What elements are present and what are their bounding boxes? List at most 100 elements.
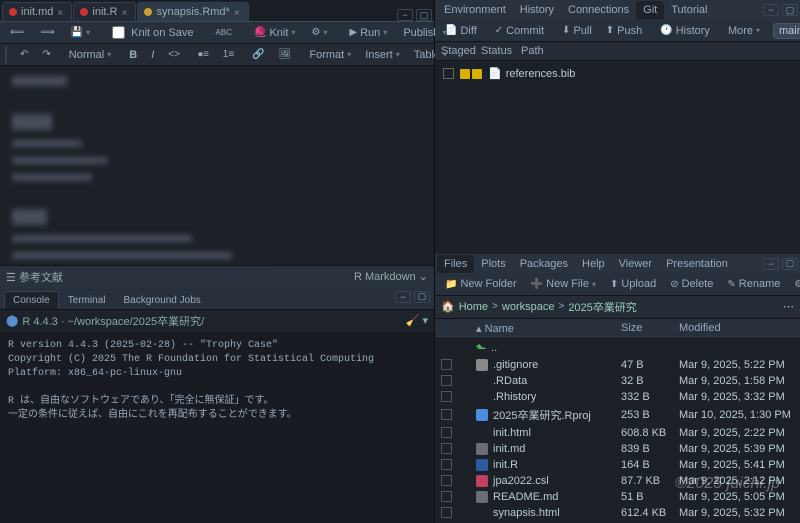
file-row[interactable]: synapsis.html612.4 KBMar 9, 2025, 5:32 P…: [435, 505, 800, 521]
forward-button[interactable]: ⟹: [35, 24, 59, 41]
git-header: StagedStatusPath: [435, 42, 800, 61]
file-row[interactable]: .Rhistory332 BMar 9, 2025, 3:32 PM: [435, 389, 800, 405]
tab-git[interactable]: Git: [636, 1, 664, 19]
editor-file-tabs: init.md× init.R× synapsis.Rmd*× −▢: [0, 0, 434, 22]
maximize-icon[interactable]: ▢: [782, 4, 798, 16]
file-icon: [476, 375, 488, 387]
env-tabs: Environment History Connections Git Tuto…: [435, 0, 800, 20]
file-checkbox[interactable]: [441, 409, 452, 420]
file-icon: [476, 409, 488, 421]
source-visual-toggle[interactable]: Source Visual: [5, 46, 7, 64]
git-more-button[interactable]: More▾: [723, 22, 765, 40]
file-checkbox[interactable]: [441, 459, 452, 470]
run-button[interactable]: ▶Run▾: [344, 24, 392, 42]
upload-button[interactable]: ⬆Upload: [605, 275, 661, 293]
spellcheck-button[interactable]: ABC: [211, 25, 237, 40]
italic-button[interactable]: I: [146, 46, 159, 64]
new-folder-button[interactable]: 📁New Folder: [440, 275, 522, 293]
file-checkbox[interactable]: [441, 443, 452, 454]
stage-checkbox[interactable]: [443, 68, 454, 79]
insert-menu[interactable]: Insert▾: [360, 46, 405, 64]
console-output[interactable]: R version 4.4.3 (2025-02-28) -- "Trophy …: [0, 333, 434, 523]
git-history-button[interactable]: 🕐History: [655, 22, 715, 40]
watermark: ©2025 juichi.jp: [675, 475, 780, 493]
new-file-button[interactable]: ➕New File▾: [526, 275, 601, 293]
file-checkbox[interactable]: [441, 475, 452, 486]
parent-dir-row[interactable]: ⬑ ..: [435, 339, 800, 357]
link-button[interactable]: 🔗: [247, 46, 269, 63]
redo-button[interactable]: ↷: [37, 46, 55, 63]
numbered-list-button[interactable]: 1≡: [218, 46, 239, 63]
knit-on-save-toggle[interactable]: Knit on Save: [107, 23, 198, 42]
maximize-icon[interactable]: ▢: [414, 291, 430, 303]
file-checkbox[interactable]: [441, 375, 452, 386]
tab-tutorial[interactable]: Tutorial: [664, 1, 714, 19]
file-row[interactable]: init.md839 BMar 9, 2025, 5:39 PM: [435, 441, 800, 457]
editor-status-bar: ☰ 参考文献 R Markdown ⌄: [0, 265, 434, 288]
maximize-icon[interactable]: ▢: [782, 258, 798, 270]
save-button[interactable]: 💾▾: [66, 24, 95, 41]
push-button[interactable]: ⬆Push: [601, 22, 647, 40]
file-icon: [476, 443, 488, 455]
editor-pane[interactable]: 参考文献 [@amabile2017]: [0, 66, 434, 265]
maximize-icon[interactable]: ▢: [416, 9, 432, 21]
files-more-button[interactable]: ⚙More▾: [789, 275, 800, 293]
tab-console[interactable]: Console: [4, 291, 59, 309]
tab-packages[interactable]: Packages: [513, 255, 575, 273]
file-icon: 📄: [488, 67, 502, 80]
bold-button[interactable]: B: [124, 46, 142, 64]
minimize-icon[interactable]: −: [395, 291, 411, 303]
tab-synapsis-rmd[interactable]: synapsis.Rmd*×: [137, 2, 248, 21]
status-icon: [472, 69, 482, 79]
commit-button[interactable]: ✓Commit: [490, 22, 549, 40]
code-button[interactable]: <>: [163, 46, 185, 63]
knit-button[interactable]: 🧶Knit▾: [249, 24, 300, 42]
file-checkbox[interactable]: [441, 427, 452, 438]
delete-button[interactable]: ⊘Delete: [665, 275, 718, 293]
file-checkbox[interactable]: [441, 491, 452, 502]
file-row[interactable]: .RData32 BMar 9, 2025, 1:58 PM: [435, 373, 800, 389]
status-icon: [460, 69, 470, 79]
minimize-icon[interactable]: −: [763, 4, 779, 16]
breadcrumb[interactable]: 🏠 Home>workspace>2025卒業研究 ⋯: [435, 296, 800, 319]
bullet-list-button[interactable]: ⦁≡: [193, 46, 214, 63]
file-row[interactable]: init.R164 BMar 9, 2025, 5:41 PM: [435, 457, 800, 473]
file-icon: [476, 459, 488, 471]
undo-button[interactable]: ↶: [15, 46, 33, 63]
tab-viewer[interactable]: Viewer: [612, 255, 659, 273]
file-row[interactable]: init.html608.8 KBMar 9, 2025, 2:22 PM: [435, 425, 800, 441]
tab-environment[interactable]: Environment: [437, 1, 513, 19]
tab-connections[interactable]: Connections: [561, 1, 636, 19]
style-select[interactable]: Normal▾: [64, 46, 116, 64]
file-checkbox[interactable]: [441, 507, 452, 518]
tab-files[interactable]: Files: [437, 255, 474, 273]
tab-init-md[interactable]: init.md×: [2, 2, 72, 21]
branch-select[interactable]: main▾: [773, 23, 800, 39]
git-row-references[interactable]: 📄references.bib: [443, 65, 792, 82]
file-checkbox[interactable]: [441, 359, 452, 370]
tab-init-r[interactable]: init.R×: [73, 2, 136, 21]
minimize-icon[interactable]: −: [763, 258, 779, 270]
minimize-icon[interactable]: −: [397, 9, 413, 21]
tab-history[interactable]: History: [513, 1, 561, 19]
tab-presentation[interactable]: Presentation: [659, 255, 735, 273]
file-row[interactable]: 2025卒業研究.Rproj253 BMar 10, 2025, 1:30 PM: [435, 405, 800, 425]
home-icon[interactable]: 🏠: [441, 300, 455, 313]
files-toolbar: 📁New Folder ➕New File▾ ⬆Upload ⊘Delete ✎…: [435, 274, 800, 296]
git-file-list: 📄references.bib: [435, 61, 800, 254]
settings-button[interactable]: ⚙▾: [306, 24, 332, 41]
tab-terminal[interactable]: Terminal: [59, 291, 115, 309]
tab-plots[interactable]: Plots: [474, 255, 512, 273]
tab-background-jobs[interactable]: Background Jobs: [115, 291, 210, 309]
more-icon[interactable]: ⋯: [783, 300, 794, 313]
file-checkbox[interactable]: [441, 391, 452, 402]
back-button[interactable]: ⟸: [5, 24, 29, 41]
git-toolbar: 📄Diff ✓Commit ⬇Pull ⬆Push 🕐History More▾…: [435, 20, 800, 42]
tab-help[interactable]: Help: [575, 255, 612, 273]
file-row[interactable]: .gitignore47 BMar 9, 2025, 5:22 PM: [435, 357, 800, 373]
pull-button[interactable]: ⬇Pull: [557, 22, 597, 40]
image-button[interactable]: 🖼: [274, 46, 297, 63]
format-menu[interactable]: Format▾: [304, 46, 356, 64]
files-header: ▴ Name Size Modified: [435, 319, 800, 339]
rename-button[interactable]: ✎Rename: [722, 275, 785, 293]
